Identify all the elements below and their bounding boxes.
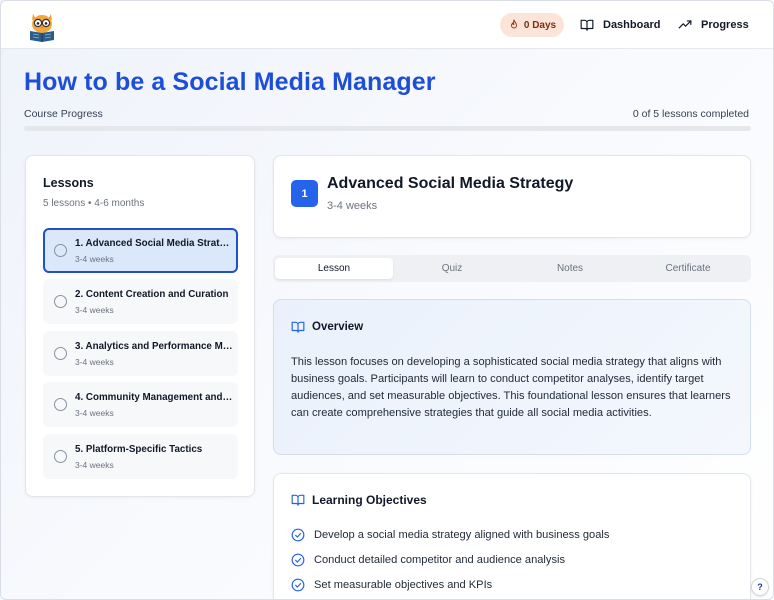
lesson-item-5[interactable]: 5. Platform-Specific Tactics 3-4 weeks (43, 434, 238, 479)
objective-text: Conduct detailed competitor and audience… (314, 554, 566, 566)
lesson-tabs: Lesson Quiz Notes Certificate (273, 255, 751, 282)
objectives-heading: Learning Objectives (291, 493, 427, 507)
tab-quiz[interactable]: Quiz (393, 258, 511, 279)
progress-nav-label: Progress (701, 19, 749, 31)
book-open-icon (580, 19, 594, 31)
streak-label: 0 Days (523, 19, 557, 31)
progress-nav-button[interactable]: Progress (678, 13, 749, 37)
overview-card: Overview This lesson focuses on developi… (273, 299, 751, 455)
objective-item: Set measurable objectives and KPIs (291, 578, 492, 592)
circle-check-icon (291, 528, 305, 542)
lesson-item-duration: 3-4 weeks (75, 254, 114, 264)
help-button[interactable]: ? (751, 578, 769, 596)
dashboard-nav-label: Dashboard (603, 19, 661, 31)
lesson-item-4[interactable]: 4. Community Management and Engagement 3… (43, 382, 238, 427)
dashboard-nav-button[interactable]: Dashboard (580, 13, 660, 37)
lesson-item-label: 5. Platform-Specific Tactics (75, 444, 203, 455)
course-progress-bar (24, 126, 751, 131)
app-window: 0 Days Dashboard Progress How to be a So… (0, 0, 774, 600)
streak-badge[interactable]: 0 Days (500, 13, 564, 37)
lesson-item-2[interactable]: 2. Content Creation and Curation 3-4 wee… (43, 279, 238, 324)
lessons-heading: Lessons (43, 176, 94, 190)
objective-item: Develop a social media strategy aligned … (291, 528, 609, 542)
flame-icon (510, 19, 517, 29)
lesson-item-label: 1. Advanced Social Media Strategy (75, 238, 233, 249)
trending-up-icon (678, 20, 692, 29)
overview-text: This lesson focuses on developing a soph… (291, 356, 731, 419)
circle-check-icon (291, 553, 305, 567)
lessons-sidebar: Lessons 5 lessons • 4-6 months 1. Advanc… (25, 155, 255, 497)
objective-item: Conduct detailed competitor and audience… (291, 553, 565, 567)
lesson-item-1[interactable]: 1. Advanced Social Media Strategy 3-4 we… (43, 228, 238, 273)
tab-notes[interactable]: Notes (511, 258, 629, 279)
objectives-heading-label: Learning Objectives (312, 493, 427, 507)
book-open-icon (291, 494, 305, 506)
tab-lesson[interactable]: Lesson (275, 258, 393, 279)
lesson-header-card: 1 Advanced Social Media Strategy 3-4 wee… (273, 155, 751, 238)
course-progress-label: Course Progress (24, 108, 103, 120)
lesson-item-label: 2. Content Creation and Curation (75, 289, 229, 300)
lesson-item-duration: 3-4 weeks (75, 408, 114, 418)
lesson-item-duration: 3-4 weeks (75, 357, 114, 367)
lesson-item-3[interactable]: 3. Analytics and Performance Measurement… (43, 331, 238, 376)
learning-objectives-card: Learning Objectives Develop a social med… (273, 473, 751, 599)
objective-text: Set measurable objectives and KPIs (314, 579, 493, 591)
lesson-status-circle-icon (54, 450, 67, 463)
lesson-item-label: 3. Analytics and Performance Measurement (75, 341, 233, 352)
lesson-status-circle-icon (54, 347, 67, 360)
lesson-item-duration: 3-4 weeks (75, 460, 114, 470)
lessons-completed-count: 0 of 5 lessons completed (632, 108, 749, 120)
tab-certificate[interactable]: Certificate (629, 258, 747, 279)
lesson-item-duration: 3-4 weeks (75, 305, 114, 315)
overview-heading-label: Overview (312, 321, 364, 333)
lesson-status-circle-icon (54, 295, 67, 308)
overview-heading: Overview (291, 320, 363, 334)
course-title: How to be a Social Media Manager (24, 68, 436, 96)
lesson-status-circle-icon (54, 244, 67, 257)
objective-text: Develop a social media strategy aligned … (314, 529, 610, 541)
lesson-item-label: 4. Community Management and Engagement (75, 392, 233, 403)
book-open-icon (291, 321, 305, 333)
lesson-duration: 3-4 weeks (327, 200, 378, 212)
owl-reading-logo[interactable] (27, 10, 57, 42)
lesson-status-circle-icon (54, 398, 67, 411)
lesson-number-badge: 1 (291, 180, 318, 207)
circle-check-icon (291, 578, 305, 592)
top-navbar: 0 Days Dashboard Progress (1, 1, 773, 49)
lesson-title: Advanced Social Media Strategy (327, 175, 574, 192)
lessons-meta: 5 lessons • 4-6 months (43, 198, 145, 209)
